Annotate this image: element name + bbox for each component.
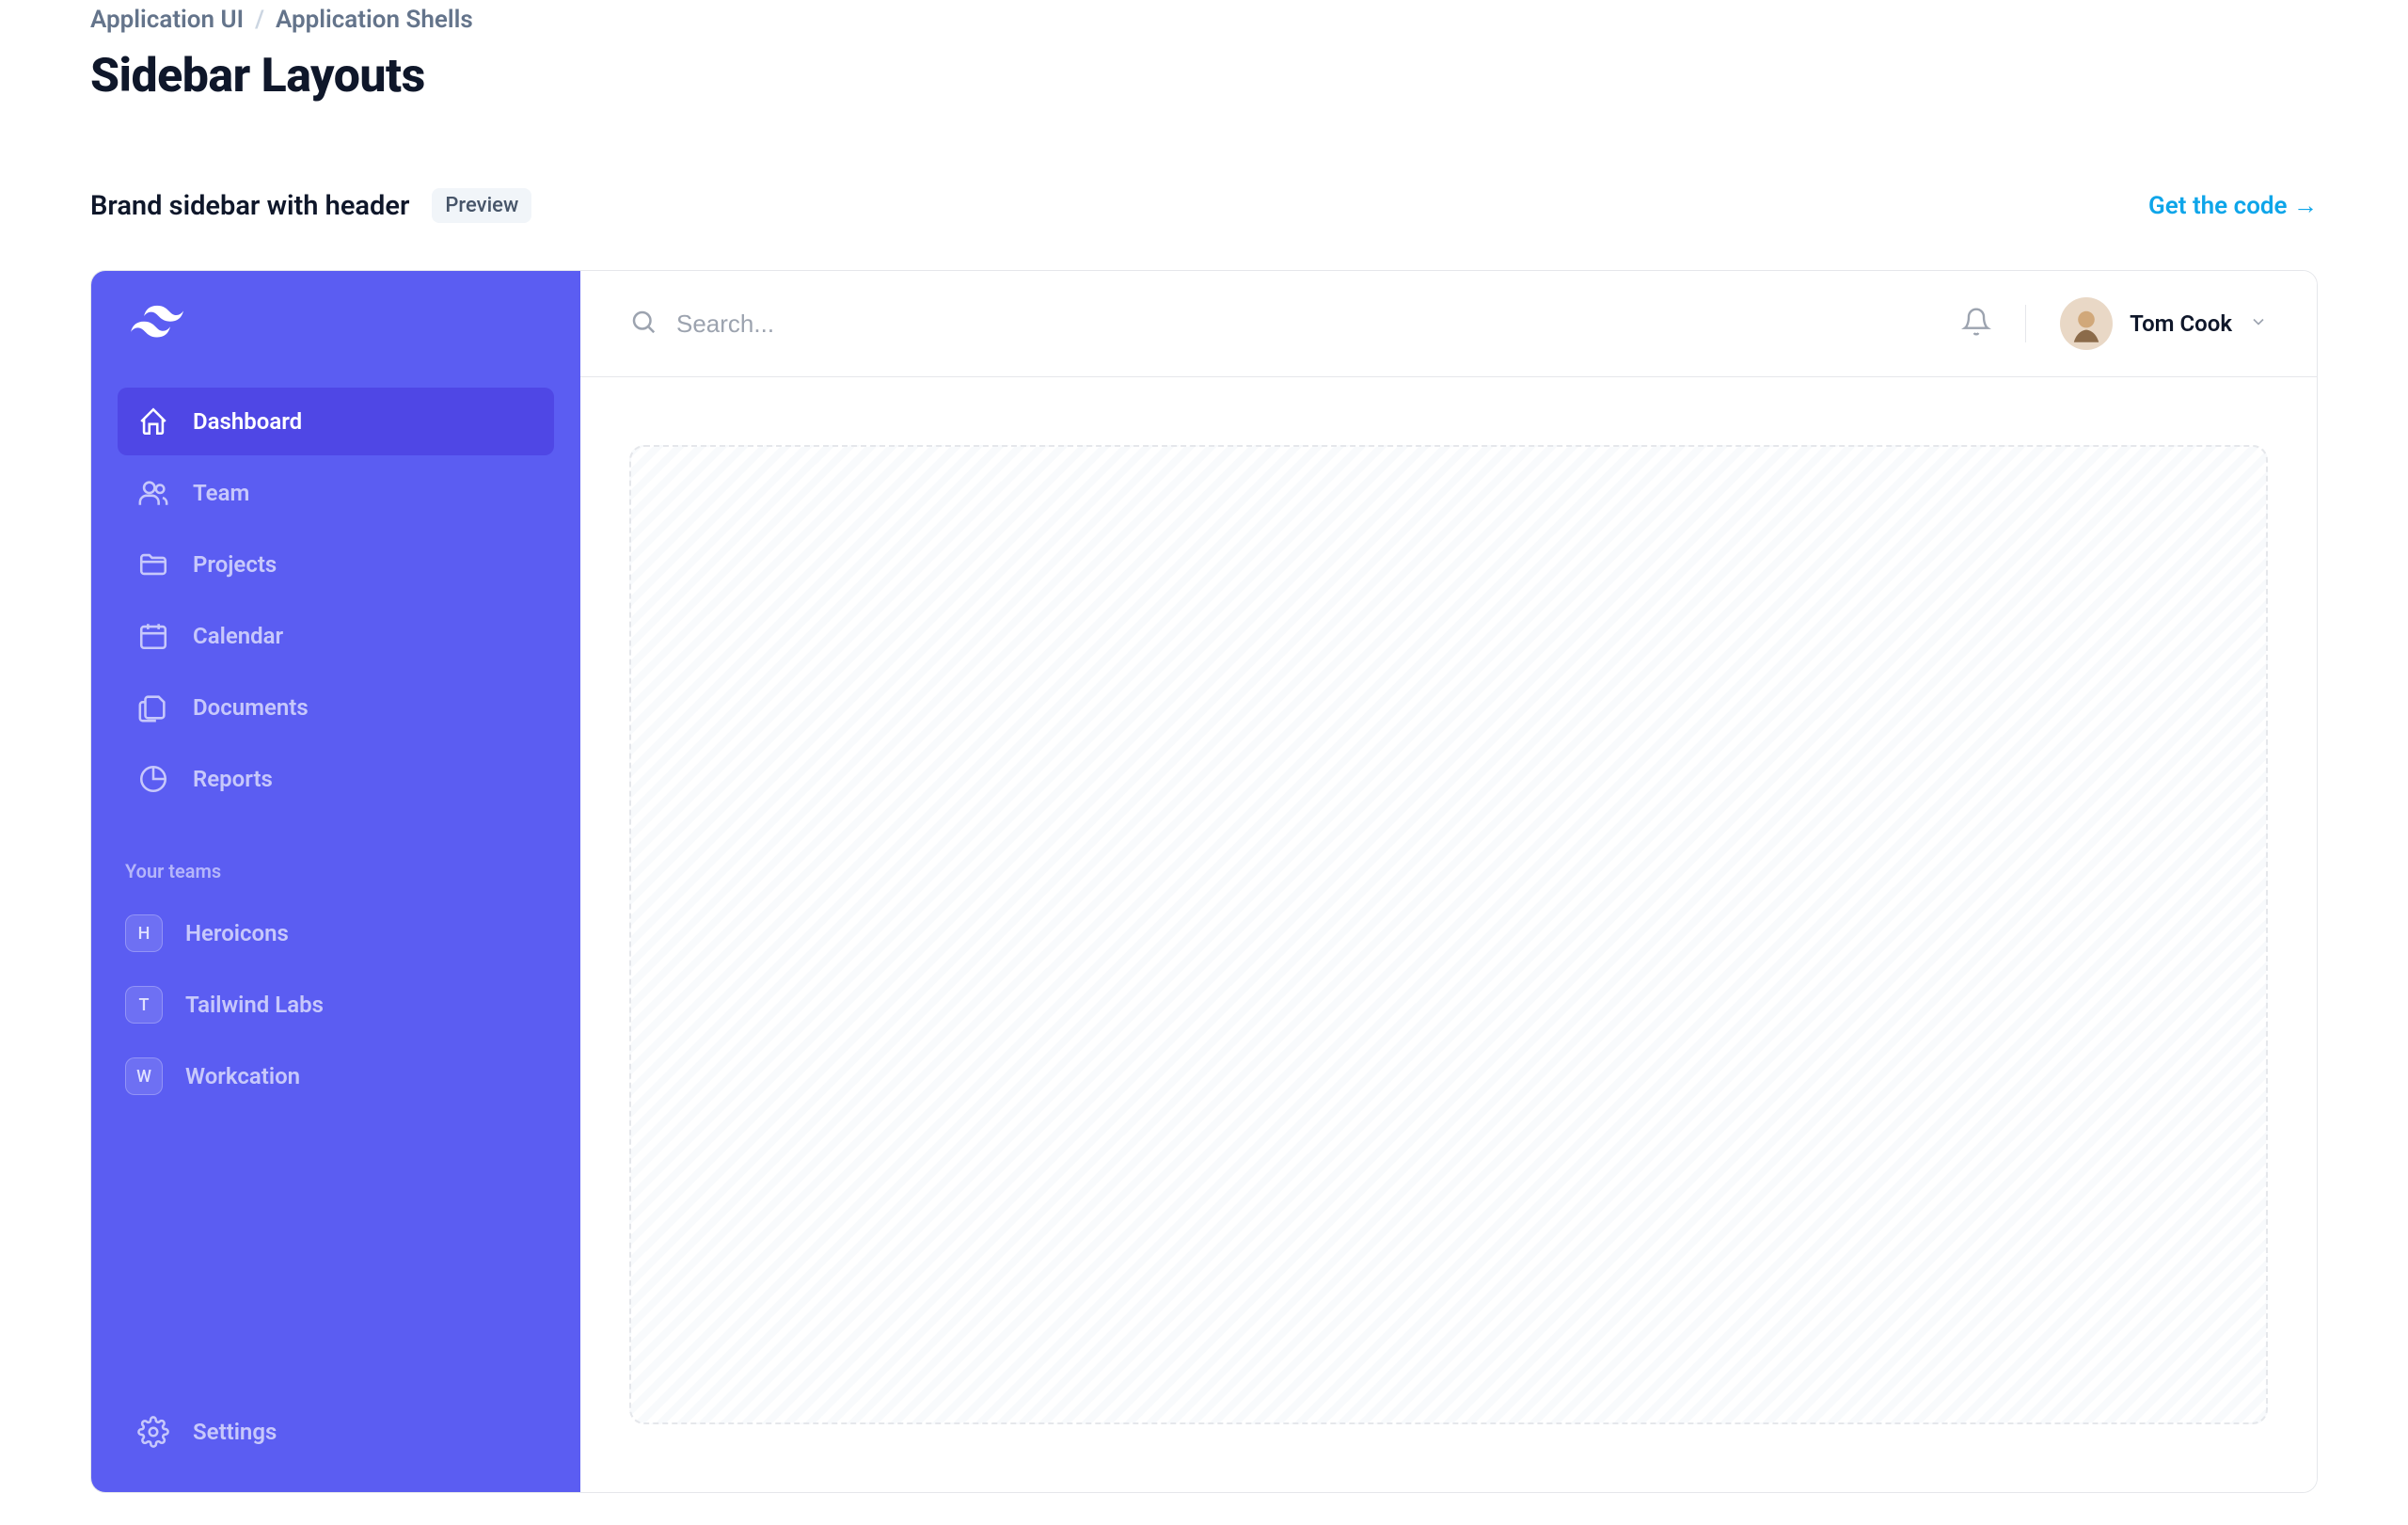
sidebar-item-label: Team	[193, 480, 249, 506]
sidebar-item-settings[interactable]: Settings	[118, 1398, 554, 1466]
team-item-tailwind-labs[interactable]: T Tailwind Labs	[118, 971, 554, 1039]
chevron-down-icon	[2249, 312, 2268, 335]
sidebar: Dashboard Team Projects	[91, 271, 580, 1492]
user-menu[interactable]: Tom Cook	[2060, 297, 2268, 350]
sidebar-item-label: Projects	[193, 551, 277, 578]
team-item-label: Tailwind Labs	[185, 992, 324, 1018]
section-title: Brand sidebar with header	[90, 190, 409, 222]
team-letter-badge: H	[125, 914, 163, 952]
breadcrumb-app-shells[interactable]: Application Shells	[276, 6, 473, 34]
sidebar-item-projects[interactable]: Projects	[118, 531, 554, 598]
home-icon	[136, 405, 170, 438]
chart-pie-icon	[136, 762, 170, 796]
folder-icon	[136, 548, 170, 581]
content-area	[580, 377, 2317, 1492]
sidebar-item-team[interactable]: Team	[118, 459, 554, 527]
sidebar-item-label: Reports	[193, 766, 273, 792]
avatar	[2060, 297, 2113, 350]
calendar-icon	[136, 619, 170, 653]
team-item-heroicons[interactable]: H Heroicons	[118, 899, 554, 967]
breadcrumb-separator: /	[255, 6, 264, 34]
sidebar-item-reports[interactable]: Reports	[118, 745, 554, 813]
breadcrumb: Application UI / Application Shells	[90, 0, 2318, 34]
main-area: Tom Cook	[580, 271, 2317, 1492]
team-letter-badge: T	[125, 986, 163, 1024]
component-preview-frame: Dashboard Team Projects	[90, 270, 2318, 1493]
sidebar-nav: Dashboard Team Projects	[118, 388, 554, 813]
breadcrumb-app-ui[interactable]: Application UI	[90, 6, 244, 34]
scrollbar-thumb[interactable]	[2317, 854, 2318, 901]
sidebar-item-calendar[interactable]: Calendar	[118, 602, 554, 670]
username: Tom Cook	[2130, 310, 2232, 337]
team-item-workcation[interactable]: W Workcation	[118, 1042, 554, 1110]
topbar: Tom Cook	[580, 271, 2317, 377]
search-icon	[629, 308, 657, 340]
sidebar-item-label: Calendar	[193, 623, 283, 649]
documents-icon	[136, 691, 170, 724]
tailwind-logo-icon	[131, 305, 183, 339]
team-item-label: Workcation	[185, 1063, 300, 1089]
bell-icon	[1961, 307, 1991, 337]
logo[interactable]	[131, 305, 554, 342]
notifications-button[interactable]	[1961, 307, 1991, 341]
search-wrap	[629, 308, 1961, 340]
teams-list: H Heroicons T Tailwind Labs W Workcation	[118, 899, 554, 1110]
sidebar-item-dashboard[interactable]: Dashboard	[118, 388, 554, 455]
search-input[interactable]	[676, 310, 1961, 339]
page-title: Sidebar Layouts	[90, 49, 2318, 103]
team-item-label: Heroicons	[185, 920, 289, 946]
teams-section-label: Your teams	[118, 860, 554, 882]
preview-badge: Preview	[432, 188, 531, 223]
gear-icon	[136, 1415, 170, 1449]
content-placeholder	[629, 445, 2268, 1424]
get-code-link[interactable]: Get the code →	[2148, 191, 2318, 220]
sidebar-item-label: Dashboard	[193, 408, 302, 435]
team-letter-badge: W	[125, 1057, 163, 1095]
sidebar-item-label: Settings	[193, 1419, 277, 1445]
topbar-divider	[2025, 305, 2026, 342]
sidebar-item-label: Documents	[193, 694, 309, 721]
users-icon	[136, 476, 170, 510]
sidebar-item-documents[interactable]: Documents	[118, 674, 554, 741]
